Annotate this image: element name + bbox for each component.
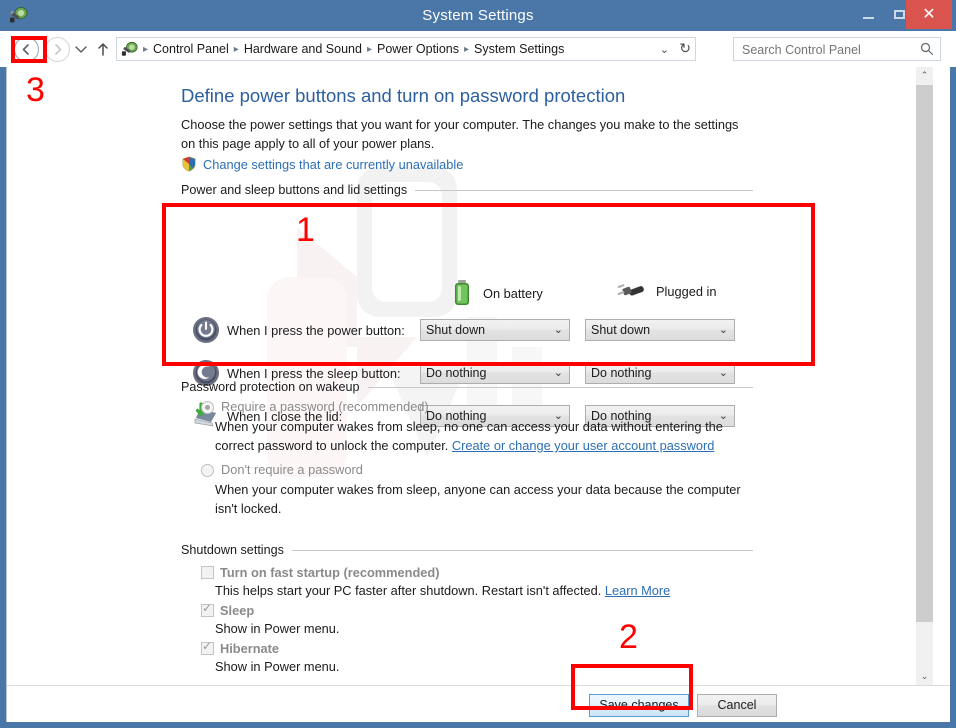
scroll-down-icon[interactable]: ⌄ bbox=[916, 668, 933, 685]
description-require-password: When your computer wakes from sleep, no … bbox=[215, 417, 743, 455]
window-title: System Settings bbox=[422, 7, 534, 24]
chevron-down-icon: ⌄ bbox=[553, 324, 563, 336]
combo-power-button-on-battery[interactable]: Shut down ⌄ bbox=[420, 319, 570, 341]
learn-more-link[interactable]: Learn More bbox=[605, 583, 670, 598]
radio-button[interactable] bbox=[201, 464, 214, 477]
checkbox[interactable] bbox=[201, 639, 214, 655]
shutdown-settings-group-label: Shutdown settings bbox=[181, 543, 284, 557]
back-button[interactable] bbox=[14, 37, 39, 62]
radio-require-password[interactable]: Require a password (recommended) bbox=[201, 399, 429, 414]
close-icon: ✕ bbox=[922, 6, 936, 23]
breadcrumb-separator: ▸ bbox=[366, 43, 372, 55]
description-text: This helps start your PC faster after sh… bbox=[215, 583, 605, 598]
arrow-left-icon bbox=[22, 44, 29, 55]
content-pane: Define power buttons and turn on passwor… bbox=[6, 67, 950, 722]
search-input[interactable] bbox=[740, 38, 916, 62]
chevron-down-icon: ⌄ bbox=[718, 324, 728, 336]
settings-page: Define power buttons and turn on passwor… bbox=[7, 67, 933, 685]
shutdown-settings-group-header: Shutdown settings bbox=[181, 543, 753, 557]
battery-icon bbox=[455, 280, 469, 305]
column-label-on-battery: On battery bbox=[483, 285, 543, 301]
power-plug-icon bbox=[121, 41, 138, 56]
breadcrumb-item-hardware-and-sound[interactable]: Hardware and Sound bbox=[241, 42, 365, 56]
description-dont-require-password: When your computer wakes from sleep, any… bbox=[215, 482, 741, 516]
checkbox-row-sleep[interactable]: Sleep bbox=[201, 601, 255, 618]
system-settings-window: System Settings ✕ ▸ Control Panel ▸ Hard… bbox=[0, 0, 956, 728]
breadcrumb-separator: ▸ bbox=[233, 43, 239, 55]
combo-power-button-plugged-in[interactable]: Shut down ⌄ bbox=[585, 319, 735, 341]
setting-label-power-button: When I press the power button: bbox=[227, 322, 405, 338]
password-protection-group-header: Password protection on wakeup bbox=[181, 380, 753, 394]
scrollbar-thumb[interactable] bbox=[916, 85, 933, 622]
page-title: Define power buttons and turn on passwor… bbox=[181, 85, 626, 106]
combo-value: Shut down bbox=[591, 323, 651, 337]
checkbox-label-hibernate: Hibernate bbox=[220, 641, 280, 656]
forward-button[interactable] bbox=[45, 37, 70, 62]
refresh-icon[interactable]: ↻ bbox=[679, 40, 691, 57]
title-bar: System Settings ✕ bbox=[0, 0, 956, 31]
search-icon[interactable] bbox=[920, 42, 934, 56]
checkbox-row-hibernate[interactable]: Hibernate bbox=[201, 639, 280, 656]
radio-button[interactable] bbox=[201, 401, 214, 414]
setting-row-power-button: When I press the power button: Shut down… bbox=[191, 313, 791, 347]
address-bar: ▸ Control Panel ▸ Hardware and Sound ▸ P… bbox=[0, 31, 956, 67]
checkbox-label-fast-startup: Turn on fast startup (recommended) bbox=[220, 565, 440, 580]
breadcrumb-dropdown-icon[interactable]: ⌄ bbox=[660, 43, 669, 56]
minimize-icon bbox=[863, 17, 874, 19]
breadcrumb-item-system-settings[interactable]: System Settings bbox=[471, 42, 567, 56]
divider bbox=[367, 386, 753, 388]
power-plug-icon bbox=[617, 284, 644, 296]
close-button[interactable]: ✕ bbox=[906, 0, 952, 29]
maximize-icon bbox=[894, 10, 905, 19]
change-unavailable-settings-row[interactable]: Change settings that are currently unava… bbox=[181, 156, 463, 172]
scroll-up-icon[interactable]: ⌃ bbox=[916, 67, 933, 84]
column-header-plugged-in: Plugged in bbox=[616, 279, 716, 303]
checkbox[interactable] bbox=[201, 566, 214, 579]
password-protection-group-label: Password protection on wakeup bbox=[181, 380, 360, 394]
description-hibernate: Show in Power menu. bbox=[215, 659, 340, 674]
description-fast-startup: This helps start your PC faster after sh… bbox=[215, 583, 670, 598]
setting-label-sleep-button: When I press the sleep button: bbox=[227, 365, 401, 381]
change-unavailable-settings-link[interactable]: Change settings that are currently unava… bbox=[203, 157, 463, 172]
breadcrumb-item-power-options[interactable]: Power Options bbox=[374, 42, 462, 56]
column-header-on-battery: On battery bbox=[451, 279, 543, 307]
breadcrumb-separator: ▸ bbox=[143, 43, 149, 55]
vertical-scrollbar[interactable]: ⌃ ⌄ bbox=[915, 67, 933, 685]
power-settings-group-label: Power and sleep buttons and lid settings bbox=[181, 183, 408, 197]
checkbox-row-fast-startup[interactable]: Turn on fast startup (recommended) bbox=[201, 565, 439, 580]
page-description: Choose the power settings that you want … bbox=[181, 117, 739, 151]
power-settings-group-header: Power and sleep buttons and lid settings bbox=[181, 183, 753, 197]
footer-bar: Save changes Cancel bbox=[7, 685, 950, 722]
arrow-up-icon[interactable] bbox=[95, 41, 111, 58]
column-label-plugged-in: Plugged in bbox=[656, 283, 717, 299]
description-sleep: Show in Power menu. bbox=[215, 621, 340, 636]
arrow-right-icon bbox=[55, 44, 62, 55]
combo-value: Shut down bbox=[426, 323, 486, 337]
checkbox[interactable] bbox=[201, 601, 214, 617]
minimize-button[interactable] bbox=[852, 0, 884, 29]
breadcrumb-separator: ▸ bbox=[463, 43, 469, 55]
chevron-down-icon[interactable] bbox=[74, 44, 88, 54]
power-button-icon bbox=[193, 317, 219, 343]
breadcrumb[interactable]: ▸ Control Panel ▸ Hardware and Sound ▸ P… bbox=[116, 37, 696, 61]
shield-icon bbox=[182, 156, 196, 172]
breadcrumb-item-control-panel[interactable]: Control Panel bbox=[150, 42, 232, 56]
create-or-change-password-link[interactable]: Create or change your user account passw… bbox=[452, 438, 714, 453]
search-box[interactable] bbox=[733, 37, 941, 62]
radio-label-require-password: Require a password (recommended) bbox=[221, 399, 429, 414]
radio-label-dont-require-password: Don't require a password bbox=[221, 462, 363, 477]
save-changes-button[interactable]: Save changes bbox=[589, 694, 689, 717]
checkbox-label-sleep: Sleep bbox=[220, 603, 255, 618]
divider bbox=[291, 549, 753, 551]
divider bbox=[415, 189, 753, 191]
radio-dont-require-password[interactable]: Don't require a password bbox=[201, 462, 363, 477]
cancel-button[interactable]: Cancel bbox=[697, 694, 777, 717]
